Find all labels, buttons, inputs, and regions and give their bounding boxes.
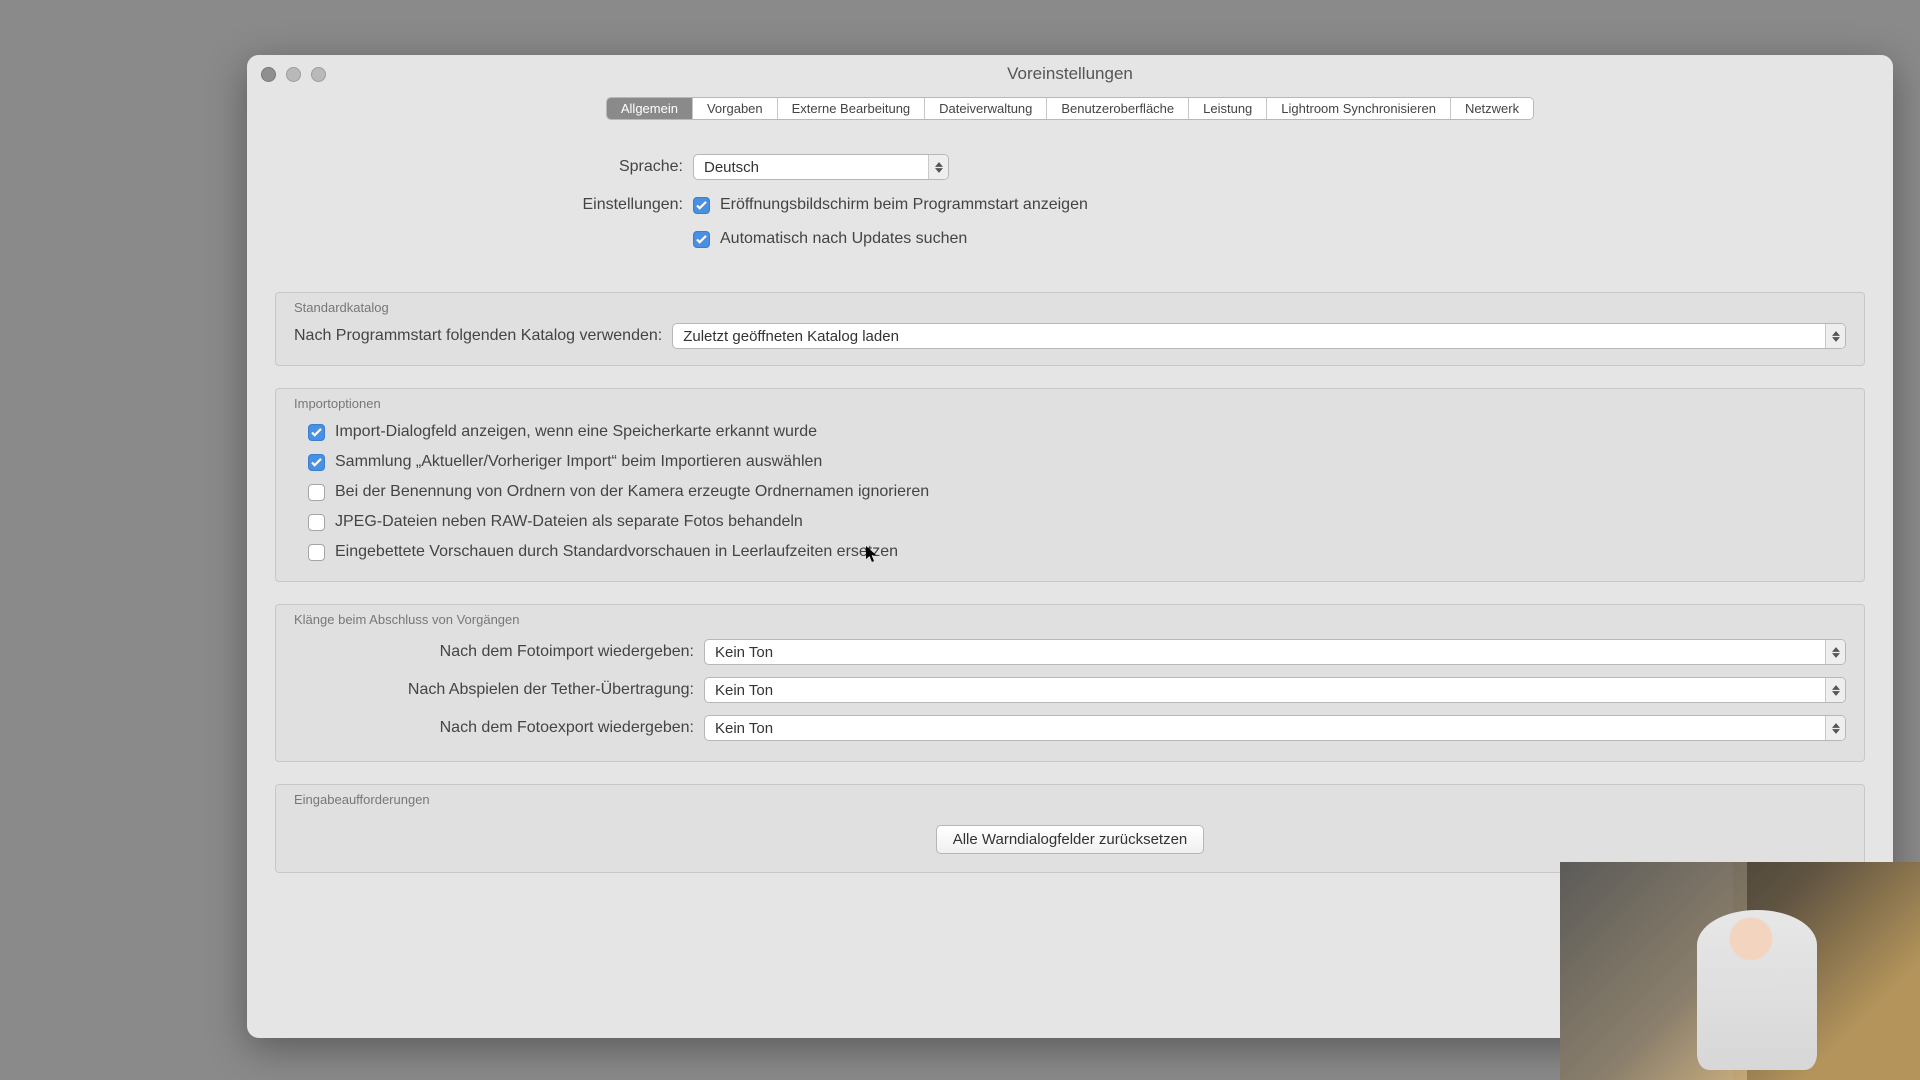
section-title: Klänge beim Abschluss von Vorgängen bbox=[276, 605, 1864, 633]
select-current-import-checkbox[interactable] bbox=[308, 454, 325, 471]
chevron-updown-icon bbox=[1825, 678, 1845, 702]
sound-tether-select[interactable]: Kein Ton bbox=[704, 677, 1846, 703]
tabbar-container: Allgemein Vorgaben Externe Bearbeitung D… bbox=[247, 97, 1893, 120]
tab-file-handling[interactable]: Dateiverwaltung bbox=[925, 98, 1047, 119]
import-option-row: Bei der Benennung von Ordnern von der Ka… bbox=[276, 477, 1864, 507]
tab-performance[interactable]: Leistung bbox=[1189, 98, 1267, 119]
section-title: Standardkatalog bbox=[276, 293, 1864, 321]
language-value: Deutsch bbox=[694, 159, 928, 176]
import-dialog-label: Import-Dialogfeld anzeigen, wenn eine Sp… bbox=[335, 423, 817, 441]
close-icon[interactable] bbox=[261, 67, 276, 82]
chevron-updown-icon bbox=[1825, 716, 1845, 740]
window-controls bbox=[261, 67, 326, 82]
import-option-row: Eingebettete Vorschauen durch Standardvo… bbox=[276, 537, 1864, 567]
tabbar: Allgemein Vorgaben Externe Bearbeitung D… bbox=[606, 97, 1534, 120]
splash-label: Eröffnungsbildschirm beim Programmstart … bbox=[720, 196, 1088, 214]
chevron-updown-icon bbox=[1825, 324, 1845, 348]
general-group: Sprache: Deutsch Einstellungen: Eröffnun… bbox=[275, 134, 1865, 286]
updates-label: Automatisch nach Updates suchen bbox=[720, 230, 967, 248]
titlebar: Voreinstellungen bbox=[247, 55, 1893, 93]
catalog-label: Nach Programmstart folgenden Katalog ver… bbox=[294, 327, 662, 345]
language-label: Sprache: bbox=[275, 158, 693, 176]
chevron-updown-icon bbox=[1825, 640, 1845, 664]
import-option-row: JPEG-Dateien neben RAW-Dateien als separ… bbox=[276, 507, 1864, 537]
catalog-select[interactable]: Zuletzt geöffneten Katalog laden bbox=[672, 323, 1846, 349]
tab-lightroom-sync[interactable]: Lightroom Synchronisieren bbox=[1267, 98, 1451, 119]
splash-checkbox[interactable] bbox=[693, 197, 710, 214]
select-current-import-label: Sammlung „Aktueller/Vorheriger Import“ b… bbox=[335, 453, 822, 471]
import-dialog-checkbox[interactable] bbox=[308, 424, 325, 441]
sound-export-select[interactable]: Kein Ton bbox=[704, 715, 1846, 741]
tab-general[interactable]: Allgemein bbox=[607, 98, 693, 119]
section-title: Importoptionen bbox=[276, 389, 1864, 417]
sound-import-label: Nach dem Fotoimport wiedergeben: bbox=[294, 643, 694, 661]
sound-export-label: Nach dem Fotoexport wiedergeben: bbox=[294, 719, 694, 737]
reset-warnings-button[interactable]: Alle Warndialogfelder zurücksetzen bbox=[936, 825, 1205, 854]
content-area: Sprache: Deutsch Einstellungen: Eröffnun… bbox=[275, 134, 1865, 873]
catalog-value: Zuletzt geöffneten Katalog laden bbox=[673, 328, 1825, 345]
settings-label: Einstellungen: bbox=[275, 196, 693, 214]
replace-embedded-previews-checkbox[interactable] bbox=[308, 544, 325, 561]
default-catalog-section: Standardkatalog Nach Programmstart folge… bbox=[275, 292, 1865, 366]
updates-checkbox[interactable] bbox=[693, 231, 710, 248]
chevron-updown-icon bbox=[928, 155, 948, 179]
sound-export-value: Kein Ton bbox=[705, 720, 1825, 737]
person-icon bbox=[1697, 910, 1817, 1070]
tab-interface[interactable]: Benutzeroberfläche bbox=[1047, 98, 1189, 119]
language-select[interactable]: Deutsch bbox=[693, 154, 949, 180]
zoom-icon[interactable] bbox=[311, 67, 326, 82]
webcam-overlay bbox=[1560, 862, 1920, 1080]
ignore-camera-folders-label: Bei der Benennung von Ordnern von der Ka… bbox=[335, 483, 929, 501]
replace-embedded-previews-label: Eingebettete Vorschauen durch Standardvo… bbox=[335, 543, 898, 561]
prompts-section: Eingabeaufforderungen Alle Warndialogfel… bbox=[275, 784, 1865, 873]
sound-tether-value: Kein Ton bbox=[705, 682, 1825, 699]
completion-sounds-section: Klänge beim Abschluss von Vorgängen Nach… bbox=[275, 604, 1865, 762]
jpeg-separate-label: JPEG-Dateien neben RAW-Dateien als separ… bbox=[335, 513, 803, 531]
minimize-icon[interactable] bbox=[286, 67, 301, 82]
import-option-row: Sammlung „Aktueller/Vorheriger Import“ b… bbox=[276, 447, 1864, 477]
tab-presets[interactable]: Vorgaben bbox=[693, 98, 778, 119]
import-options-section: Importoptionen Import-Dialogfeld anzeige… bbox=[275, 388, 1865, 582]
sound-tether-label: Nach Abspielen der Tether-Übertragung: bbox=[294, 681, 694, 699]
tab-external-editing[interactable]: Externe Bearbeitung bbox=[778, 98, 926, 119]
ignore-camera-folders-checkbox[interactable] bbox=[308, 484, 325, 501]
window-title: Voreinstellungen bbox=[247, 64, 1893, 84]
sound-import-value: Kein Ton bbox=[705, 644, 1825, 661]
jpeg-separate-checkbox[interactable] bbox=[308, 514, 325, 531]
tab-network[interactable]: Netzwerk bbox=[1451, 98, 1533, 119]
section-title: Eingabeaufforderungen bbox=[276, 785, 1864, 813]
sound-import-select[interactable]: Kein Ton bbox=[704, 639, 1846, 665]
import-option-row: Import-Dialogfeld anzeigen, wenn eine Sp… bbox=[276, 417, 1864, 447]
